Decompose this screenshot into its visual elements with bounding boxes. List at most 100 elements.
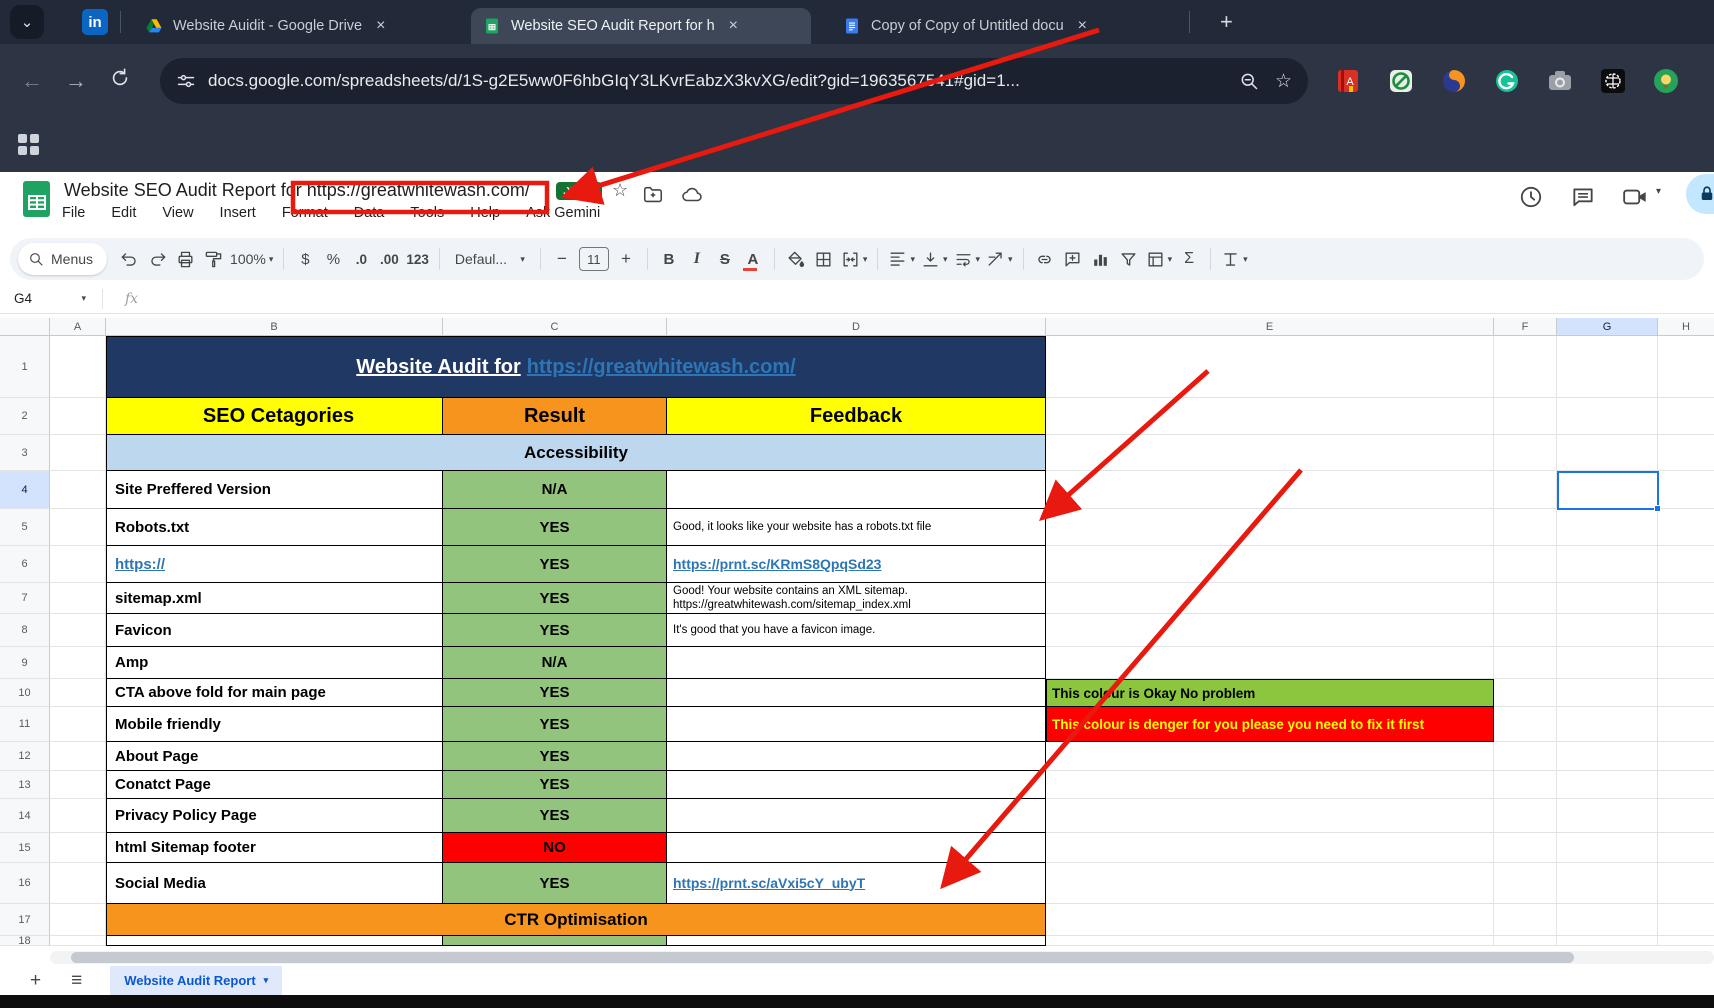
cell-a[interactable] <box>50 583 106 614</box>
feedback-cell[interactable]: It's good that you have a favicon image. <box>667 614 1046 647</box>
cell-h[interactable] <box>1658 679 1714 707</box>
feedback-cell[interactable]: Good, it looks like your website has a r… <box>667 509 1046 546</box>
category-cell[interactable]: Favicon <box>106 614 443 647</box>
cell-g[interactable] <box>1557 546 1658 583</box>
cell-f[interactable] <box>1494 583 1557 614</box>
cell-g[interactable] <box>1557 936 1658 946</box>
cell-e[interactable] <box>1046 799 1494 833</box>
cell-g[interactable] <box>1557 707 1658 742</box>
cell-a[interactable] <box>50 647 106 679</box>
cell-e[interactable] <box>1046 647 1494 679</box>
cell-g[interactable] <box>1557 647 1658 679</box>
column-header-d[interactable]: D <box>667 318 1046 336</box>
feedback-cell[interactable] <box>667 679 1046 707</box>
menu-help[interactable]: Help <box>470 205 500 221</box>
menu-data[interactable]: Data <box>354 205 385 221</box>
cell-e[interactable]: This colour is denger for you please you… <box>1046 707 1494 742</box>
category-cell[interactable]: Robots.txt <box>106 509 443 546</box>
cell-g[interactable] <box>1557 742 1658 771</box>
feedback-link[interactable]: https://prnt.sc/aVxi5cY_ubyT <box>673 875 1045 892</box>
cell-g[interactable] <box>1557 771 1658 799</box>
tab-search-button[interactable]: ⌄ <box>10 5 44 39</box>
row-header[interactable]: 1 <box>0 336 50 398</box>
category-cell[interactable]: Mobile friendly <box>106 707 443 742</box>
cell-f[interactable] <box>1494 771 1557 799</box>
star-document-icon[interactable]: ☆ <box>612 180 628 201</box>
extension-globe-icon[interactable] <box>1600 68 1626 94</box>
feedback-cell[interactable] <box>667 647 1046 679</box>
menu-edit[interactable]: Edit <box>111 205 136 221</box>
category-cell[interactable]: Social Media <box>106 863 443 904</box>
cell-e[interactable] <box>1046 936 1494 946</box>
row-header[interactable]: 10 <box>0 679 50 707</box>
insert-link-button[interactable] <box>1031 244 1059 274</box>
sheets-logo[interactable] <box>22 180 52 220</box>
cell-f[interactable] <box>1494 833 1557 863</box>
move-folder-icon[interactable] <box>642 184 664 206</box>
feedback-cell[interactable]: https://prnt.sc/KRmS8QpqSd23 <box>667 546 1046 583</box>
cell-c[interactable] <box>443 936 667 946</box>
filter-button[interactable] <box>1115 244 1143 274</box>
extension-swirl-icon[interactable] <box>1441 68 1467 94</box>
section-accessibility-cell[interactable]: Accessibility <box>106 435 1046 471</box>
functions-button[interactable]: Σ <box>1175 244 1203 274</box>
row-header[interactable]: 8 <box>0 614 50 647</box>
row-header[interactable]: 6 <box>0 546 50 583</box>
column-header-f[interactable]: F <box>1494 318 1557 336</box>
header-categories-cell[interactable]: SEO Cetagories <box>106 398 443 435</box>
cell-f[interactable] <box>1494 614 1557 647</box>
cell-a[interactable] <box>50 471 106 509</box>
insert-chart-button[interactable] <box>1087 244 1115 274</box>
horizontal-scrollbar-thumb[interactable] <box>71 952 1574 963</box>
cell-g[interactable] <box>1557 398 1658 435</box>
cell-a[interactable] <box>50 546 106 583</box>
result-cell[interactable]: YES <box>443 679 667 707</box>
cell-e[interactable] <box>1046 398 1494 435</box>
extension-grammarly-icon[interactable] <box>1494 68 1520 94</box>
cell-a[interactable] <box>50 799 106 833</box>
zoom-out-icon[interactable] <box>1239 71 1259 91</box>
profile-avatar-icon[interactable] <box>1653 68 1679 94</box>
row-header[interactable]: 11 <box>0 707 50 742</box>
text-rotation-button[interactable]: ▾ <box>983 244 1016 274</box>
cell-g[interactable] <box>1557 435 1658 471</box>
cell-e[interactable] <box>1046 742 1494 771</box>
merge-cells-button[interactable]: ▾ <box>838 244 871 274</box>
text-wrap-button[interactable]: ▾ <box>951 244 984 274</box>
cell-h[interactable] <box>1658 509 1714 546</box>
tab-docs[interactable]: Copy of Copy of Untitled docu × <box>831 8 1167 44</box>
menu-ask-gemini[interactable]: Ask Gemini <box>526 205 600 221</box>
print-button[interactable] <box>171 244 199 274</box>
category-cell[interactable]: sitemap.xml <box>106 583 443 614</box>
cell-e[interactable] <box>1046 863 1494 904</box>
feedback-cell[interactable] <box>667 833 1046 863</box>
text-color-button[interactable]: A <box>739 244 767 274</box>
row-header[interactable]: 13 <box>0 771 50 799</box>
undo-button[interactable] <box>115 244 143 274</box>
cell-g[interactable] <box>1557 833 1658 863</box>
insert-comment-button[interactable] <box>1059 244 1087 274</box>
section-ctr-cell[interactable]: CTR Optimisation <box>106 904 1046 936</box>
cell-h[interactable] <box>1658 707 1714 742</box>
document-title[interactable]: Website SEO Audit Report for https://gre… <box>64 180 530 201</box>
row-header[interactable]: 16 <box>0 863 50 904</box>
cell-e[interactable] <box>1046 833 1494 863</box>
menu-view[interactable]: View <box>162 205 193 221</box>
result-cell[interactable]: YES <box>443 863 667 904</box>
redo-button[interactable] <box>143 244 171 274</box>
format-percent-button[interactable]: % <box>319 244 347 274</box>
cell-h[interactable] <box>1658 833 1714 863</box>
cell-h[interactable] <box>1658 904 1714 936</box>
decrease-decimal-button[interactable]: .0 <box>347 244 375 274</box>
cell-f[interactable] <box>1494 398 1557 435</box>
header-feedback-cell[interactable]: Feedback <box>667 398 1046 435</box>
cell-f[interactable] <box>1494 904 1557 936</box>
cell-h[interactable] <box>1658 614 1714 647</box>
zoom-select[interactable]: 100%▾ <box>227 244 276 274</box>
tab-drive[interactable]: Website Auidit - Google Drive × <box>133 8 451 44</box>
cell-a[interactable] <box>50 336 106 398</box>
cell-h[interactable] <box>1658 771 1714 799</box>
formula-input[interactable] <box>138 284 1714 313</box>
cell-h[interactable] <box>1658 435 1714 471</box>
cell-g[interactable] <box>1557 614 1658 647</box>
